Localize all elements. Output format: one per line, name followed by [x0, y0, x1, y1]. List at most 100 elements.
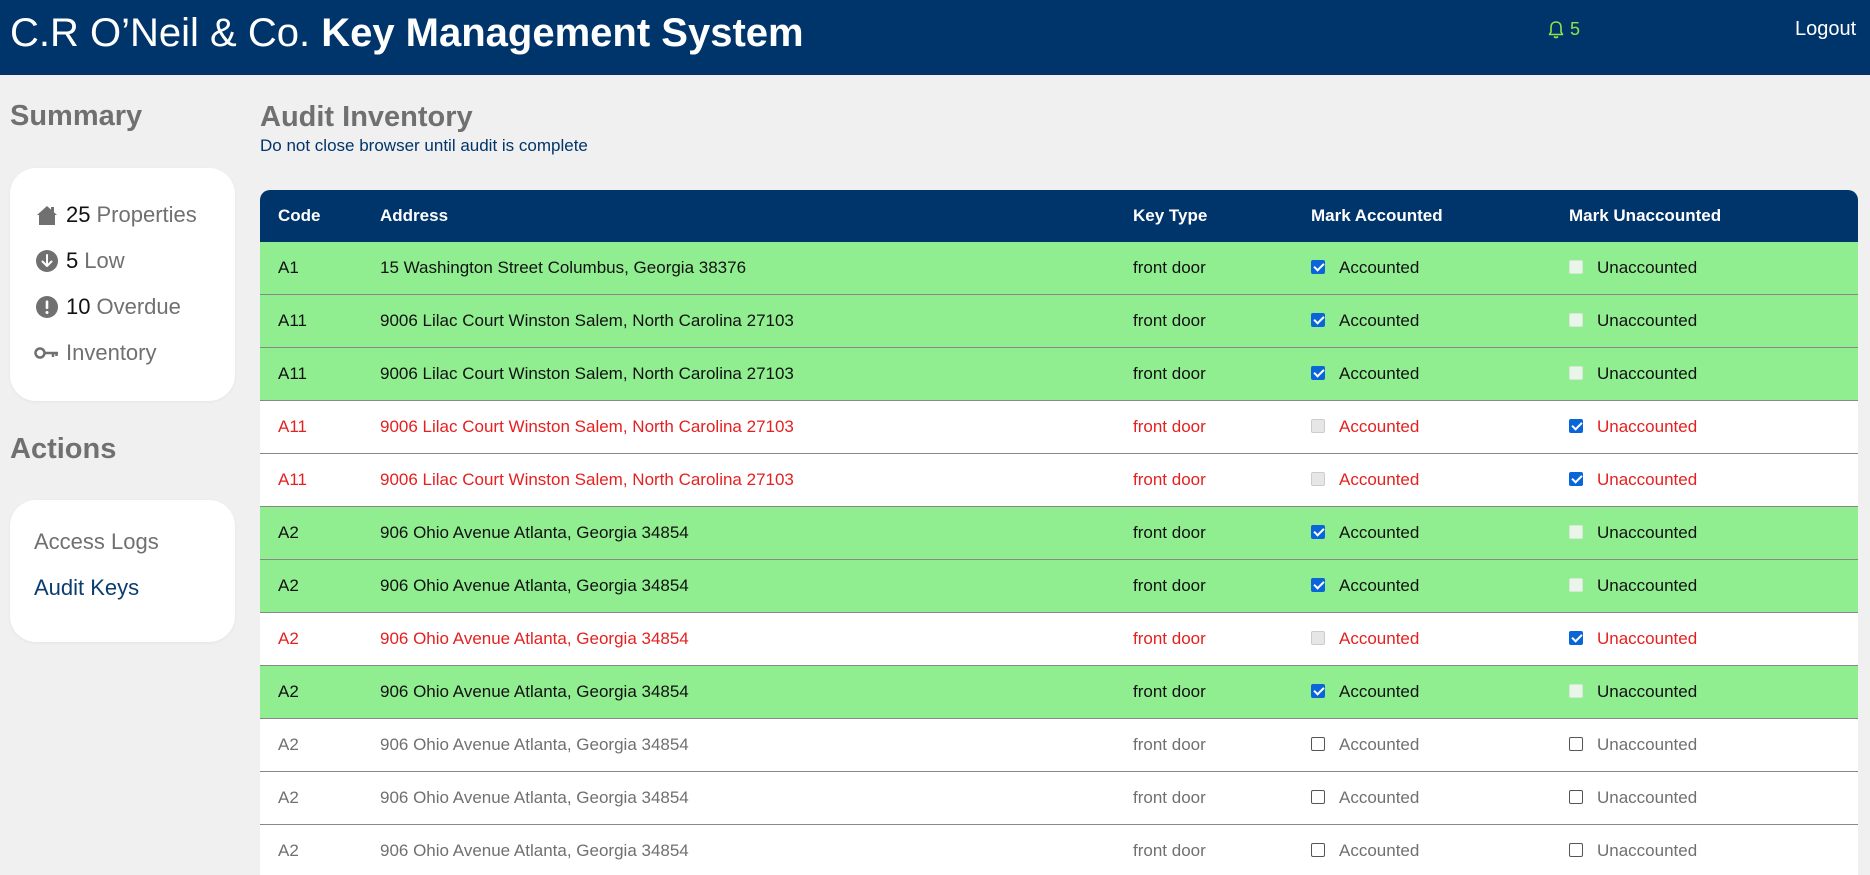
table-header: Code Address Key Type Mark Accounted Mar… [260, 190, 1858, 242]
cell-code: A11 [278, 470, 307, 489]
arrow-down-circle-icon [34, 248, 60, 274]
accounted-checkbox[interactable] [1311, 472, 1325, 486]
accounted-checkbox[interactable] [1311, 313, 1325, 327]
summary-low[interactable]: 5 Low [34, 238, 235, 284]
accounted-checkbox[interactable] [1311, 366, 1325, 380]
properties-label: Properties [96, 202, 197, 227]
accounted-checkbox[interactable] [1311, 419, 1325, 433]
system-name: Key Management System [321, 11, 804, 55]
cell-mark-unaccounted: Unaccounted [1569, 364, 1858, 384]
summary-properties[interactable]: 25 Properties [34, 192, 235, 238]
unaccounted-label: Unaccounted [1597, 629, 1698, 648]
accounted-checkbox[interactable] [1311, 790, 1325, 804]
summary-inventory[interactable]: Inventory [34, 330, 235, 376]
company-name: C.R O’Neil & Co. [10, 11, 311, 55]
cell-key-type: front door [1133, 841, 1206, 860]
cell-mark-unaccounted: Unaccounted [1569, 311, 1858, 331]
unaccounted-checkbox[interactable] [1569, 843, 1583, 857]
unaccounted-checkbox[interactable] [1569, 525, 1583, 539]
access-logs-link[interactable]: Access Logs [34, 528, 235, 574]
accounted-checkbox[interactable] [1311, 525, 1325, 539]
cell-address: 9006 Lilac Court Winston Salem, North Ca… [380, 311, 794, 330]
cell-address: 906 Ohio Avenue Atlanta, Georgia 34854 [380, 841, 689, 860]
unaccounted-label: Unaccounted [1597, 576, 1698, 595]
sidebar: Summary 25 Properties 5 Low 10 Overdue I… [10, 100, 235, 642]
page-subtitle: Do not close browser until audit is comp… [260, 136, 588, 155]
unaccounted-checkbox[interactable] [1569, 790, 1583, 804]
cell-key-type: front door [1133, 735, 1206, 754]
inventory-label: Inventory [66, 340, 157, 365]
app-title: C.R O’Neil & Co. Key Management System [10, 8, 804, 58]
header-address: Address [380, 206, 449, 225]
accounted-label: Accounted [1339, 364, 1420, 383]
accounted-checkbox[interactable] [1311, 578, 1325, 592]
header-mark-unaccounted: Mark Unaccounted [1569, 206, 1722, 225]
cell-key-type: front door [1133, 682, 1206, 701]
table-row: A2 906 Ohio Avenue Atlanta, Georgia 34854… [260, 825, 1858, 875]
unaccounted-checkbox[interactable] [1569, 472, 1583, 486]
header-mark-accounted: Mark Accounted [1311, 206, 1443, 225]
unaccounted-checkbox[interactable] [1569, 366, 1583, 380]
unaccounted-checkbox[interactable] [1569, 578, 1583, 592]
table-row: A2 906 Ohio Avenue Atlanta, Georgia 34854… [260, 560, 1858, 613]
table-row: A11 9006 Lilac Court Winston Salem, North… [260, 454, 1858, 507]
cell-mark-accounted: Accounted [1311, 576, 1569, 596]
unaccounted-label: Unaccounted [1597, 735, 1698, 754]
audit-keys-link[interactable]: Audit Keys [34, 574, 235, 620]
unaccounted-checkbox[interactable] [1569, 631, 1583, 645]
cell-mark-accounted: Accounted [1311, 523, 1569, 543]
key-icon [34, 340, 60, 366]
header-code: Code [278, 206, 321, 225]
accounted-label: Accounted [1339, 629, 1420, 648]
cell-code: A2 [278, 576, 299, 595]
accounted-checkbox[interactable] [1311, 737, 1325, 751]
table-row: A11 9006 Lilac Court Winston Salem, North… [260, 348, 1858, 401]
cell-mark-accounted: Accounted [1311, 788, 1569, 808]
unaccounted-checkbox[interactable] [1569, 419, 1583, 433]
actions-heading: Actions [10, 433, 117, 465]
unaccounted-checkbox[interactable] [1569, 684, 1583, 698]
cell-key-type: front door [1133, 311, 1206, 330]
overdue-count: 10 [66, 294, 91, 319]
table-row: A2 906 Ohio Avenue Atlanta, Georgia 34854… [260, 719, 1858, 772]
accounted-label: Accounted [1339, 417, 1420, 436]
low-label: Low [84, 248, 125, 273]
cell-address: 9006 Lilac Court Winston Salem, North Ca… [380, 470, 794, 489]
accounted-label: Accounted [1339, 576, 1420, 595]
notifications-button[interactable]: 5 [1547, 19, 1580, 40]
cell-mark-unaccounted: Unaccounted [1569, 523, 1858, 543]
unaccounted-checkbox[interactable] [1569, 737, 1583, 751]
cell-mark-unaccounted: Unaccounted [1569, 470, 1858, 490]
cell-mark-accounted: Accounted [1311, 735, 1569, 755]
cell-code: A2 [278, 735, 299, 754]
accounted-label: Accounted [1339, 735, 1420, 754]
cell-mark-unaccounted: Unaccounted [1569, 841, 1858, 861]
cell-address: 906 Ohio Avenue Atlanta, Georgia 34854 [380, 523, 689, 542]
cell-key-type: front door [1133, 417, 1206, 436]
summary-overdue[interactable]: 10 Overdue [34, 284, 235, 330]
cell-mark-unaccounted: Unaccounted [1569, 417, 1858, 437]
cell-mark-unaccounted: Unaccounted [1569, 576, 1858, 596]
logout-link[interactable]: Logout [1795, 18, 1856, 41]
accounted-checkbox[interactable] [1311, 260, 1325, 274]
accounted-label: Accounted [1339, 682, 1420, 701]
accounted-checkbox[interactable] [1311, 631, 1325, 645]
cell-mark-accounted: Accounted [1311, 258, 1569, 278]
cell-code: A11 [278, 417, 307, 436]
exclamation-circle-icon [34, 294, 60, 320]
table-row: A2 906 Ohio Avenue Atlanta, Georgia 34854… [260, 666, 1858, 719]
accounted-checkbox[interactable] [1311, 843, 1325, 857]
page-title: Audit Inventory [260, 101, 473, 133]
top-bar: C.R O’Neil & Co. Key Management System 5… [0, 0, 1870, 75]
cell-mark-accounted: Accounted [1311, 311, 1569, 331]
accounted-checkbox[interactable] [1311, 684, 1325, 698]
cell-address: 906 Ohio Avenue Atlanta, Georgia 34854 [380, 788, 689, 807]
unaccounted-checkbox[interactable] [1569, 313, 1583, 327]
low-count: 5 [66, 248, 79, 273]
table-row: A1 15 Washington Street Columbus, Georgia… [260, 242, 1858, 295]
unaccounted-label: Unaccounted [1597, 311, 1698, 330]
unaccounted-checkbox[interactable] [1569, 260, 1583, 274]
cell-code: A11 [278, 364, 307, 383]
accounted-label: Accounted [1339, 311, 1420, 330]
accounted-label: Accounted [1339, 788, 1420, 807]
